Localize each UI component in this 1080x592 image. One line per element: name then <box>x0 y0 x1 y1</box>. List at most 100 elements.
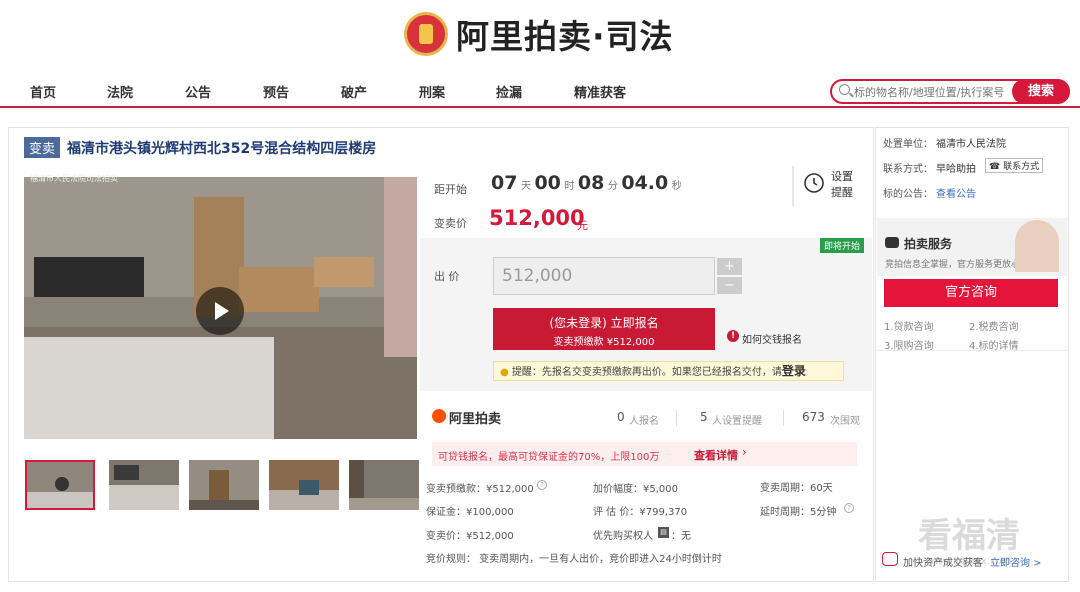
phone-icon: ☎ <box>989 162 1001 172</box>
loan-banner: 可贷钱报名，最高可贷保证金的70%，上限100万 查看详情 › <box>432 442 857 466</box>
increase-bid-button[interactable]: + <box>717 258 742 275</box>
search-input[interactable] <box>854 83 1012 101</box>
nav-court[interactable]: 法院 <box>107 82 133 101</box>
play-video-button[interactable] <box>196 287 244 335</box>
login-link[interactable]: 登录 <box>782 364 806 378</box>
sale-type-tag: 变卖 <box>24 137 61 158</box>
nav-bargain[interactable]: 捡漏 <box>496 82 522 101</box>
signup-count: 0 <box>617 410 625 424</box>
alibaba-auction-icon <box>432 409 446 423</box>
priority-label: 优先购买权人 <box>593 531 653 542</box>
logo-text: 阿里拍卖·司法 <box>456 17 674 56</box>
decrease-bid-button[interactable]: − <box>717 277 742 294</box>
bid-rule: 竞价规则： 变卖周期内，一旦有人出价，竞价即进入24小时倒计时 <box>426 554 722 565</box>
price-unit: 元 <box>577 219 588 232</box>
priority-value: ：无 <box>671 531 691 542</box>
doc-icon: ▤ <box>658 527 669 538</box>
countdown-label: 距开始 <box>434 183 467 196</box>
consult-loan-link[interactable]: 1.贷款咨询 <box>884 318 934 333</box>
countdown-second-unit: 秒 <box>671 181 682 192</box>
info-icon: ! <box>727 330 739 342</box>
delay-info: 延时周期：5分钟 <box>760 507 837 518</box>
bid-label: 出 价 <box>434 270 460 283</box>
consult-tax-link[interactable]: 2.税费咨询 <box>969 318 1019 333</box>
thumbnail-1[interactable] <box>25 460 95 510</box>
site-logo[interactable]: 阿里拍卖·司法 <box>404 8 674 60</box>
how-to-pay-link[interactable]: 如何交钱报名 <box>742 331 802 346</box>
view-count: 673 <box>802 410 825 424</box>
reminder-line-1[interactable]: 设置 <box>831 168 853 184</box>
contact-label: 联系方式： <box>883 164 933 175</box>
court-label: 处置单位： <box>883 139 933 150</box>
countdown-timer: 07 天 00 时 08 分 04.0 秒 <box>491 172 682 194</box>
loan-banner-text: 可贷钱报名，最高可贷保证金的70%，上限100万 <box>438 452 660 463</box>
thumbnail-image <box>109 460 179 510</box>
bid-amount-input[interactable] <box>493 257 715 295</box>
thumbnail-image <box>189 460 259 510</box>
watermark-url: www.fjqingx.com <box>926 556 1012 567</box>
help-icon[interactable]: ? <box>844 503 854 513</box>
nav-preview[interactable]: 预告 <box>263 82 289 101</box>
service-title: 拍卖服务 <box>904 237 953 251</box>
item-title: 福清市港头镇光辉村西北352号混合结构四层楼房 <box>67 141 377 157</box>
countdown-day-unit: 天 <box>520 181 531 192</box>
notice-text: 提醒：先报名交变卖预缴款再出价。如果您已经报名交付，请 <box>511 367 782 378</box>
divider <box>876 350 1068 351</box>
search-button[interactable]: 搜索 <box>1012 79 1070 104</box>
service-subtitle: 竞拍信息全掌握，官方服务更放心 <box>885 260 1021 270</box>
status-badge: 即将开始 <box>820 238 865 253</box>
signup-button[interactable]: (您未登录) 立即报名 变卖预缴款 ¥512,000 <box>493 308 715 350</box>
nav-criminal[interactable]: 刑案 <box>419 82 445 101</box>
nav-precise-leads[interactable]: 精准获客 <box>574 82 626 101</box>
photo-caption: 福清市人民法院司法拍卖 <box>30 174 118 183</box>
thumbnail-4[interactable] <box>269 460 339 510</box>
nav-announcement[interactable]: 公告 <box>185 82 211 101</box>
countdown-days: 07 <box>491 172 518 194</box>
divider <box>783 410 784 426</box>
thumbnail-5[interactable] <box>349 460 419 510</box>
divider <box>792 166 794 206</box>
countdown-minutes: 08 <box>577 172 605 194</box>
countdown-hour-unit: 时 <box>564 181 575 192</box>
search-icon <box>839 84 850 95</box>
lightbulb-icon: ● <box>500 367 509 378</box>
notice-label: 标的公告： <box>883 189 933 200</box>
price-value: 512,000 <box>489 206 585 230</box>
main-photo[interactable] <box>24 177 417 439</box>
headset-icon <box>885 237 899 248</box>
divider <box>676 410 677 426</box>
nav-bankruptcy[interactable]: 破产 <box>341 82 367 101</box>
deposit-info: 变卖预缴款：¥512,000 <box>426 484 534 495</box>
loan-details-link[interactable]: 查看详情 <box>694 447 738 463</box>
appraisal-info: 评 估 价：¥799,370 <box>593 507 688 518</box>
thumbnail-3[interactable] <box>189 460 259 510</box>
increment-info: 加价幅度：¥5,000 <box>593 484 678 495</box>
contact-value: 早哈助拍 <box>936 164 976 175</box>
alarm-clock-icon <box>804 173 824 193</box>
countdown-minute-unit: 分 <box>607 181 618 192</box>
service-agent-avatar <box>1015 220 1059 272</box>
chevron-right-icon: › <box>742 445 747 459</box>
period-info: 变卖周期：60天 <box>760 483 833 494</box>
asset-icon <box>882 552 898 566</box>
bond-info: 保证金：¥100,000 <box>426 507 514 518</box>
contact-button[interactable]: ☎ 联系方式 <box>985 158 1044 173</box>
reminder-count-label: 人设置提醒 <box>712 416 762 427</box>
nav-home[interactable]: 首页 <box>30 82 56 101</box>
signup-line-1: (您未登录) 立即报名 <box>549 316 659 330</box>
service-header: 拍卖服务 竞拍信息全掌握，官方服务更放心 <box>877 218 1067 276</box>
thumbnail-image <box>349 460 419 510</box>
court-emblem-icon <box>404 12 448 56</box>
help-icon[interactable]: ? <box>537 480 547 490</box>
official-consult-button[interactable]: 官方咨询 <box>884 279 1058 307</box>
countdown-seconds: 04.0 <box>621 172 669 194</box>
watermark: 看福清 <box>918 516 1020 556</box>
reminder-line-2[interactable]: 提醒 <box>831 184 853 200</box>
thumbnail-2[interactable] <box>109 460 179 510</box>
countdown-hours: 00 <box>534 172 561 194</box>
court-name: 福清市人民法院 <box>936 139 1006 150</box>
view-notice-link[interactable]: 查看公告 <box>936 185 976 200</box>
set-reminder-button[interactable] <box>803 170 825 197</box>
view-count-label: 次围观 <box>830 416 860 427</box>
signup-line-2: 变卖预缴款 ¥512,000 <box>553 337 655 348</box>
